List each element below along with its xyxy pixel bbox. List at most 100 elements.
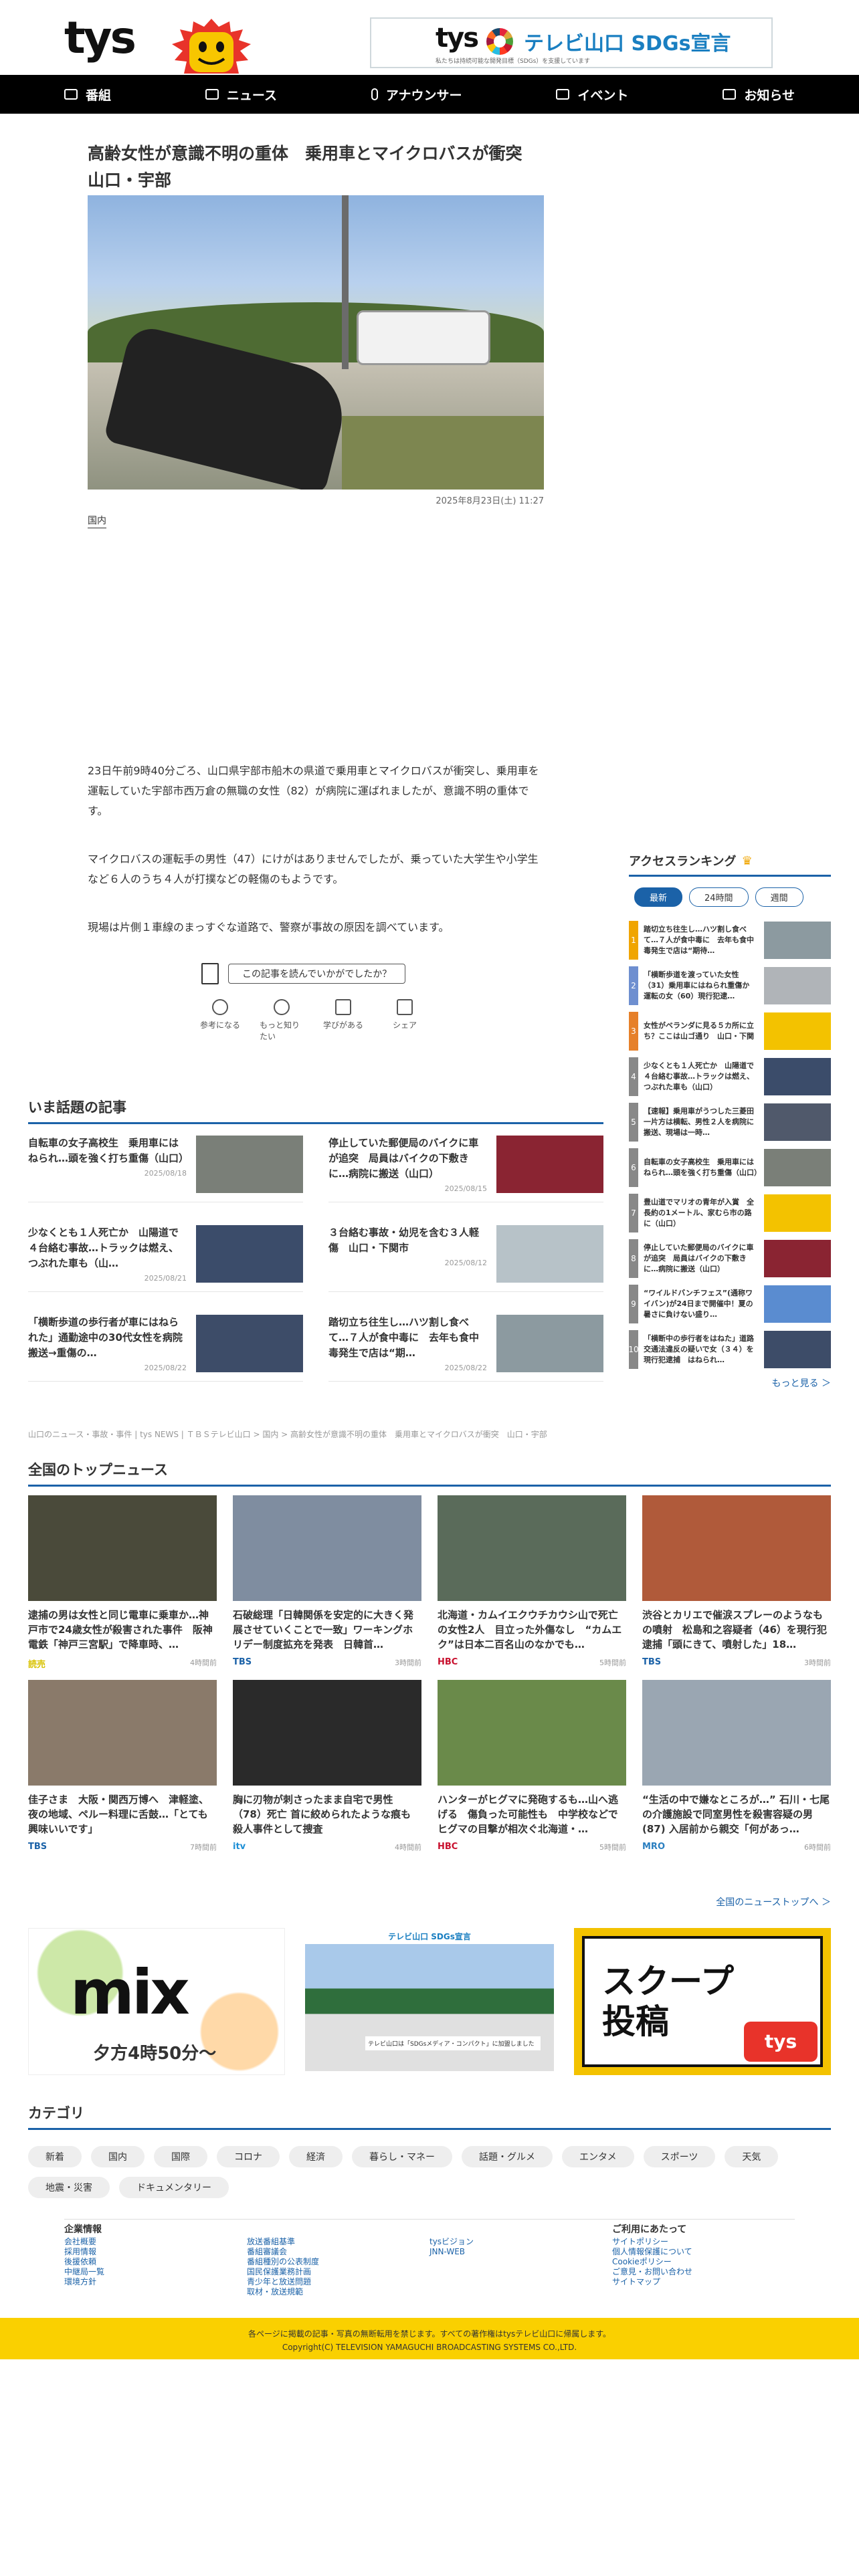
ranking-item[interactable]: 9 “ワイルドバンチフェス”(通称ワイバン)が24日まで開催中！夏の暑さに負けない… xyxy=(629,1284,831,1324)
ranking-more-link[interactable]: もっと見る ＞ xyxy=(629,1376,831,1390)
list-item[interactable]: 少なくとも１人死亡か 山陽道で４台絡む事故…トラックは燃え、つぶれた車も（山… 2… xyxy=(28,1225,303,1292)
top-news-card[interactable]: 渋谷とカリエで催涙スプレーのようなもの噴射 松島和之容疑者（46）を現行犯逮捕「… xyxy=(642,1495,831,1667)
top-news-card[interactable]: 石破総理「日韓関係を安定的に大きく発展させていくことで一致」ワーキングホリデー制… xyxy=(233,1495,421,1667)
list-item[interactable]: ３台絡む事故・幼児を含む３人軽傷 山口・下関市 2025/08/12 xyxy=(328,1225,603,1292)
category-tag[interactable]: エンタメ xyxy=(562,2146,634,2167)
footer-column-heading: ご利用にあたって xyxy=(612,2224,687,2235)
category-tag[interactable]: コロナ xyxy=(217,2146,280,2167)
category-tag[interactable]: スポーツ xyxy=(643,2146,716,2167)
rank-thumbnail xyxy=(764,1012,831,1050)
footer-link[interactable]: ご意見・お問い合わせ xyxy=(612,2267,795,2277)
list-item[interactable]: 停止していた郵便局のバイクに車が追突 局員はバイクの下敷きに…病院に搬送（山口）… xyxy=(328,1136,603,1202)
category-tag[interactable]: 天気 xyxy=(725,2146,779,2167)
news-thumbnail xyxy=(196,1225,303,1283)
top-news-image xyxy=(438,1495,626,1601)
rank-thumbnail xyxy=(764,1103,831,1141)
footer-link[interactable]: 採用情報 xyxy=(64,2247,247,2257)
ranking-item[interactable]: 6 自転車の女子高校生 乗用車にはねられ…頭を強く打ち重傷（山口） xyxy=(629,1148,831,1188)
share-button[interactable]: シェア xyxy=(383,999,427,1042)
news-title: ３台絡む事故・幼児を含む３人軽傷 山口・下関市 xyxy=(328,1226,480,1254)
ranking-item[interactable]: 8 停止していた郵便局のバイクに車が追突 局員はバイクの下敷きに…病院に搬送（山口… xyxy=(629,1239,831,1279)
footer-link[interactable]: JNN-WEB xyxy=(430,2247,612,2257)
footer-link[interactable]: 中継局一覧 xyxy=(64,2267,247,2277)
top-news-title: 佳子さま 大阪・関西万博へ 津軽塗、夜の地域、ペルー料理に舌鼓…「とても興味いい… xyxy=(28,1794,209,1835)
reaction-learn-button[interactable]: 学びがある xyxy=(321,999,365,1042)
ranking-item[interactable]: 3 女性がベランダに見る５カ所に立ち？ここは山ゴ通り 山口・下関 xyxy=(629,1011,831,1051)
ranking-item[interactable]: 1 踏切立ち往生し…ハツ割し食べて…７人が食中毒に 去年も食中毒発生で店は“期待… xyxy=(629,920,831,960)
category-tag[interactable]: ドキュメンタリー xyxy=(119,2177,229,2198)
footer-link[interactable]: 取材・放送規範 xyxy=(247,2287,430,2297)
top-news-image xyxy=(233,1495,421,1601)
lightbulb-icon xyxy=(212,999,228,1015)
footer-link[interactable]: 青少年と放送問題 xyxy=(247,2277,430,2287)
ranking-item[interactable]: 2 「横断歩道を渡っていた女性（31）乗用車にはねられ重傷か 運転の女（60）現行… xyxy=(629,966,831,1006)
rank-title: 少なくとも１人死亡か 山陽道で４台絡む事故…トラックは燃え、つぶれた車も（山口） xyxy=(644,1061,754,1091)
mascot-logo-icon[interactable] xyxy=(169,17,254,75)
category-tag[interactable]: 暮らし・マネー xyxy=(352,2146,452,2167)
footer-link[interactable]: 後援依頼 xyxy=(64,2257,247,2267)
category-tag[interactable]: 国内 xyxy=(91,2146,145,2167)
all-news-link[interactable]: 全国のニューストップへ ＞ xyxy=(716,1895,831,1909)
category-heading: カテゴリ xyxy=(28,2103,831,2130)
footer-link[interactable]: サイトポリシー xyxy=(612,2237,795,2247)
top-news-card[interactable]: 胸に刃物が刺さったまま自宅で男性（78）死亡 首に絞められたような痕も 殺人事件… xyxy=(233,1680,421,1852)
category-tag[interactable]: 話題・グルメ xyxy=(462,2146,553,2167)
tab-24h[interactable]: 24時間 xyxy=(689,887,749,907)
top-news-card[interactable]: ハンターがヒグマに発砲するも…山へ逃げる 傷負った可能性も 中学校などでヒグマの… xyxy=(438,1680,626,1852)
rank-number: 7 xyxy=(629,1194,638,1232)
reaction-want-more-button[interactable]: もっと知りたい xyxy=(260,999,304,1042)
top-news-card[interactable]: 逮捕の男は女性と同じ電車に乗車か…神戸市で24歳女性が殺害された事件 阪神電鉄「… xyxy=(28,1495,217,1670)
list-item[interactable]: 踏切立ち往生し…ハツ割し食べて…７人が食中毒に 去年も食中毒発生で店は“期… 20… xyxy=(328,1315,603,1382)
scoop-post-banner[interactable]: スクープ投稿 tys xyxy=(574,1928,831,2075)
sdgs-header-banner[interactable]: tys テレビ山口 SDGs宣言 私たちは持続可能な開発目標（SDGs）を支援し… xyxy=(370,17,773,68)
reaction-buttons: 参考になる もっと知りたい 学びがある シェア xyxy=(198,999,427,1042)
sdgs-promo-banner[interactable]: テレビ山口 SDGs宣言 テレビ山口は「SDGsメディア・コンパクト」に加盟しま… xyxy=(301,1928,558,2075)
tab-latest[interactable]: 最新 xyxy=(634,887,683,907)
rank-thumbnail xyxy=(764,1331,831,1368)
ranking-item[interactable]: 5 【速報】乗用車がうつした三菱田一片方は横転、男性２人を病院に搬送、現場は一時… xyxy=(629,1102,831,1142)
mix-program-banner[interactable]: mix 夕方4時50分〜 xyxy=(28,1928,285,2075)
list-item[interactable]: 自転車の女子高校生 乗用車にはねられ…頭を強く打ち重傷（山口） 2025/08/1… xyxy=(28,1136,303,1202)
breadcrumb[interactable]: 山口のニュース・事故・事件 | tys NEWS | ＴＢＳテレビ山口 > 国内… xyxy=(28,1428,547,1440)
category-tag[interactable]: 経済 xyxy=(289,2146,343,2167)
nav-item-notices[interactable]: お知らせ xyxy=(716,75,801,114)
footer-link[interactable]: 番組審議会 xyxy=(247,2247,430,2257)
article-date: 2025年8月23日(土) 11:27 xyxy=(436,496,544,506)
top-news-image xyxy=(642,1680,831,1786)
tab-weekly[interactable]: 週間 xyxy=(755,887,803,907)
promo-banners: mix 夕方4時50分〜 テレビ山口 SDGs宣言 テレビ山口は「SDGsメディ… xyxy=(28,1928,831,2075)
news-date: 2025/08/12 xyxy=(444,1259,487,1267)
ranking-item[interactable]: 4 少なくとも１人死亡か 山陽道で４台絡む事故…トラックは燃え、つぶれた車も（山口… xyxy=(629,1057,831,1097)
top-news-card[interactable]: 佳子さま 大阪・関西万博へ 津軽塗、夜の地域、ペルー料理に舌鼓…「とても興味いい… xyxy=(28,1680,217,1852)
sdgs-banner-logo: tys xyxy=(436,23,479,53)
ranking-divider xyxy=(629,875,831,877)
top-news-card[interactable]: 北海道・カムイエクウチカウシ山で死亡の女性2人 目立った外傷なし “カムエク”は… xyxy=(438,1495,626,1667)
share-icon xyxy=(397,999,413,1015)
nav-item-programs[interactable]: 番組 xyxy=(58,75,118,114)
footer-link[interactable]: 個人情報保護について xyxy=(612,2247,795,2257)
news-title: 自転車の女子高校生 乗用車にはねられ…頭を強く打ち重傷（山口） xyxy=(28,1137,189,1164)
list-item[interactable]: 「横断歩道の歩行者が車にはねられた」通勤途中の30代女性を病院搬送→重傷の… 20… xyxy=(28,1315,303,1382)
article-category-link[interactable]: 国内 xyxy=(88,514,106,528)
tys-logo[interactable]: tys xyxy=(64,15,136,62)
reaction-helpful-button[interactable]: 参考になる xyxy=(198,999,242,1042)
footer-link[interactable]: tysビジョン xyxy=(430,2237,612,2247)
ranking-item[interactable]: 7 豊山道でマリオの青年が入賞 全長約の1メートル、家むら市の路に（山口） xyxy=(629,1193,831,1233)
footer-link[interactable]: 放送番組基準 xyxy=(247,2237,430,2247)
category-tag[interactable]: 国際 xyxy=(154,2146,207,2167)
footer-link[interactable]: 環境方針 xyxy=(64,2277,247,2287)
reaction-question: この記事を読んでいかがでしたか？ xyxy=(201,963,406,984)
nav-item-announcer[interactable]: アナウンサー xyxy=(365,75,469,114)
ranking-item[interactable]: 10 「横断中の歩行者をはねた」道路交通法違反の疑いで女（３４）を現行犯逮捕 はね… xyxy=(628,1329,831,1370)
footer-link[interactable]: 国民保護業務計画 xyxy=(247,2267,430,2277)
footer-link[interactable]: サイトマップ xyxy=(612,2277,795,2287)
top-news-card[interactable]: “生活の中で嫌なところが…” 石川・七尾の介護施設で同室男性を殺害容疑の男(87… xyxy=(642,1680,831,1852)
footer-link[interactable]: Cookieポリシー xyxy=(612,2257,795,2267)
category-tag[interactable]: 地震・災害 xyxy=(28,2177,110,2198)
nav-item-news[interactable]: ニュース xyxy=(199,75,284,114)
nav-item-events[interactable]: イベント xyxy=(549,75,635,114)
category-tag[interactable]: 新着 xyxy=(28,2146,82,2167)
footer-link[interactable]: 番組種別の公表制度 xyxy=(247,2257,430,2267)
footer-link[interactable]: 会社概要 xyxy=(64,2237,247,2247)
footer-column-heading xyxy=(247,2222,430,2234)
